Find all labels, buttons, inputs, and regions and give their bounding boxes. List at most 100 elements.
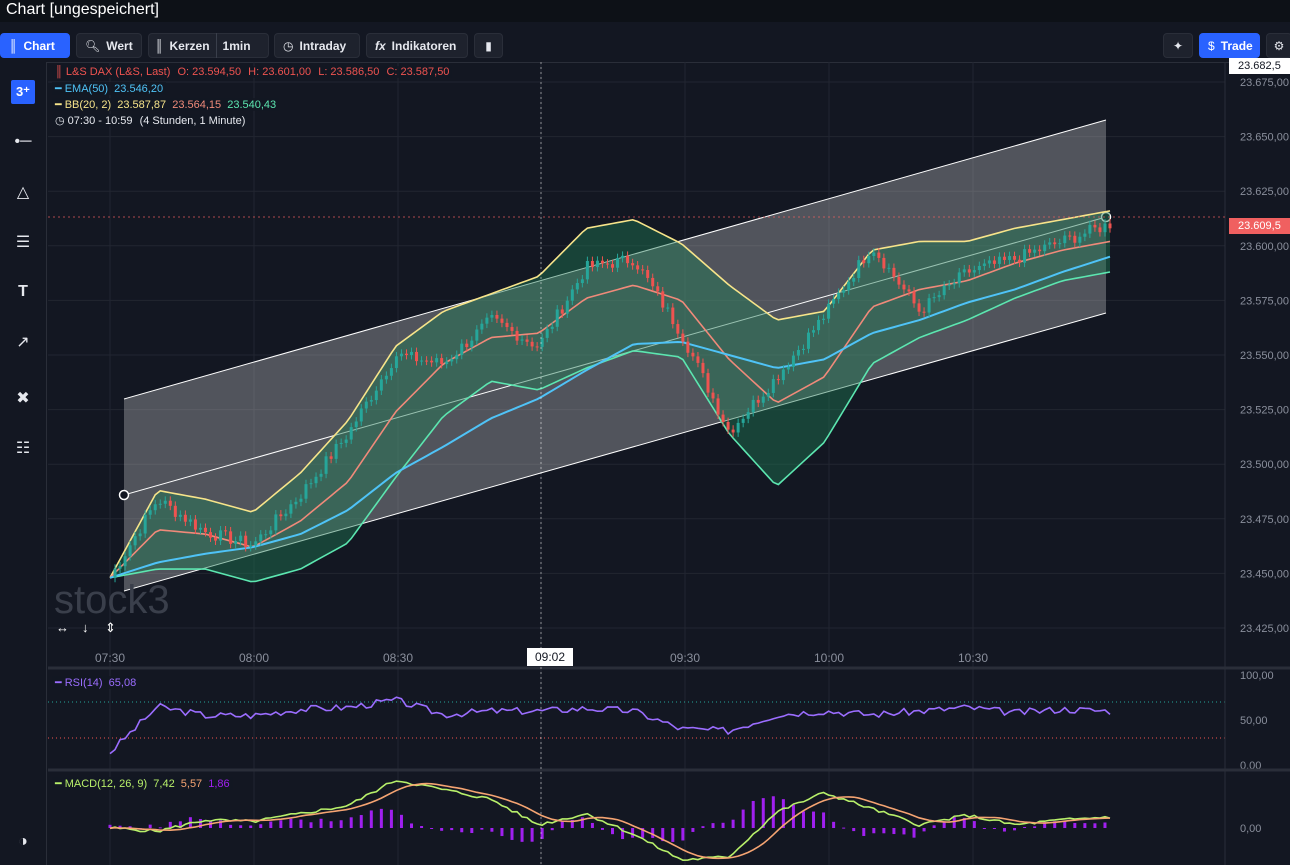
candle-body bbox=[897, 276, 901, 285]
macd-hist-bar bbox=[369, 810, 373, 828]
candle-body bbox=[641, 269, 645, 271]
candle-body bbox=[1023, 249, 1027, 263]
candle-body bbox=[148, 510, 152, 515]
macd-hist-bar bbox=[309, 822, 313, 828]
macd-hist-bar bbox=[882, 828, 886, 834]
candle-body bbox=[404, 353, 408, 356]
time-axis-tick: 10:00 bbox=[814, 651, 844, 665]
current-price-tag: 23.609,5 bbox=[1229, 218, 1290, 234]
macd-hist-bar bbox=[721, 822, 725, 828]
macd-hist-bar bbox=[299, 819, 303, 828]
candle-body bbox=[555, 309, 559, 327]
candle-body bbox=[178, 514, 182, 517]
channel-start-handle[interactable] bbox=[118, 489, 130, 501]
candle-body bbox=[500, 318, 504, 323]
candle-body bbox=[214, 537, 218, 541]
candle-body bbox=[1048, 242, 1052, 245]
candle-body bbox=[776, 379, 780, 381]
candle-body bbox=[294, 501, 298, 505]
candle-body bbox=[676, 324, 680, 334]
candle-body bbox=[706, 373, 710, 393]
candle-body bbox=[912, 291, 916, 304]
macd-hist-bar bbox=[1093, 823, 1097, 828]
candle-body bbox=[153, 504, 157, 511]
candle-body bbox=[425, 360, 429, 362]
candle-body bbox=[1033, 249, 1037, 253]
candle-body bbox=[1103, 223, 1107, 233]
price-axis-tick: 23.600,00 bbox=[1240, 241, 1289, 253]
candle-body bbox=[354, 421, 358, 428]
candle-body bbox=[1013, 256, 1017, 260]
price-axis-tick: 23.425,00 bbox=[1240, 623, 1289, 635]
arrow-down-icon[interactable]: ↓ bbox=[82, 620, 89, 635]
price-axis-tick: 23.675,00 bbox=[1240, 77, 1289, 89]
rsi-line bbox=[109, 696, 1111, 755]
candle-body bbox=[410, 351, 414, 356]
macd-hist-bar bbox=[500, 828, 504, 837]
candle-body bbox=[440, 358, 444, 365]
candle-body bbox=[284, 513, 288, 517]
legend-low: L: 23.586,50 bbox=[318, 66, 380, 78]
candle-body bbox=[827, 303, 831, 319]
macd-hist-bar bbox=[852, 828, 856, 832]
candle-body bbox=[198, 527, 202, 530]
candle-body bbox=[957, 272, 961, 284]
candle-body bbox=[259, 534, 263, 542]
macd-hist-bar bbox=[741, 809, 745, 828]
candle-body bbox=[1068, 235, 1072, 237]
candle-body bbox=[435, 358, 439, 363]
candle-body bbox=[565, 300, 569, 314]
macd-hist-bar bbox=[510, 828, 514, 840]
macd-hist-bar bbox=[520, 828, 524, 842]
horizontal-scale-icon[interactable]: ↔ bbox=[56, 620, 69, 635]
macd-hist-bar bbox=[319, 818, 323, 828]
candle-body bbox=[244, 535, 248, 548]
macd-hist-bar bbox=[239, 825, 243, 828]
macd-hist-bar bbox=[460, 828, 464, 833]
candle-body bbox=[801, 348, 805, 350]
candle-body bbox=[1002, 256, 1006, 260]
candle-body bbox=[339, 442, 343, 444]
macd-hist-bar bbox=[490, 828, 494, 832]
macd-hist-bar bbox=[269, 821, 273, 828]
macd-hist-bar bbox=[992, 828, 996, 829]
candle-body bbox=[671, 307, 675, 325]
candle-body bbox=[188, 519, 192, 522]
macd-hist-bar bbox=[982, 828, 986, 829]
candle-body bbox=[590, 260, 594, 268]
candle-body bbox=[832, 299, 836, 304]
macd-hist-bar bbox=[480, 828, 484, 830]
macd-hist-bar bbox=[862, 828, 866, 836]
candle-body bbox=[822, 318, 826, 320]
timerange-legend: ◷ 07:30 - 10:59 (4 Stunden, 1 Minute) bbox=[52, 114, 249, 127]
macd-hist-bar bbox=[339, 820, 343, 828]
candle-body bbox=[987, 260, 991, 264]
candle-body bbox=[907, 289, 911, 292]
vertical-fit-icon[interactable]: ⇕ bbox=[105, 620, 116, 635]
candle-body bbox=[977, 265, 981, 271]
chart-canvas[interactable]: stock3 ↔ ↓ ⇕ 100,0050,000,00 0,00 23.675… bbox=[0, 0, 1290, 865]
rsi-legend-value: 65,08 bbox=[108, 677, 137, 689]
candle-body bbox=[852, 278, 856, 282]
candle-body bbox=[812, 330, 816, 333]
candle-body bbox=[872, 252, 876, 257]
candle-body bbox=[585, 260, 589, 280]
price-axis-tick: 23.450,00 bbox=[1240, 568, 1289, 580]
candle-body bbox=[470, 340, 474, 348]
candle-body bbox=[399, 353, 403, 357]
price-axis-tick: 23.500,00 bbox=[1240, 459, 1289, 471]
candle-body bbox=[952, 283, 956, 285]
candle-body bbox=[746, 412, 750, 419]
candle-body bbox=[636, 265, 640, 270]
candle-body bbox=[550, 326, 554, 329]
candle-body bbox=[264, 534, 268, 536]
ema-swatch: ━ bbox=[55, 83, 62, 95]
time-axis-tick: 07:30 bbox=[95, 651, 125, 665]
macd-signal-line bbox=[109, 782, 1111, 860]
candle-body bbox=[862, 260, 866, 264]
price-axis-tick: 23.475,00 bbox=[1240, 514, 1289, 526]
macd-hist-bar bbox=[902, 828, 906, 835]
candle-body bbox=[545, 328, 549, 338]
candle-body bbox=[937, 295, 941, 298]
candle-body bbox=[299, 498, 303, 502]
